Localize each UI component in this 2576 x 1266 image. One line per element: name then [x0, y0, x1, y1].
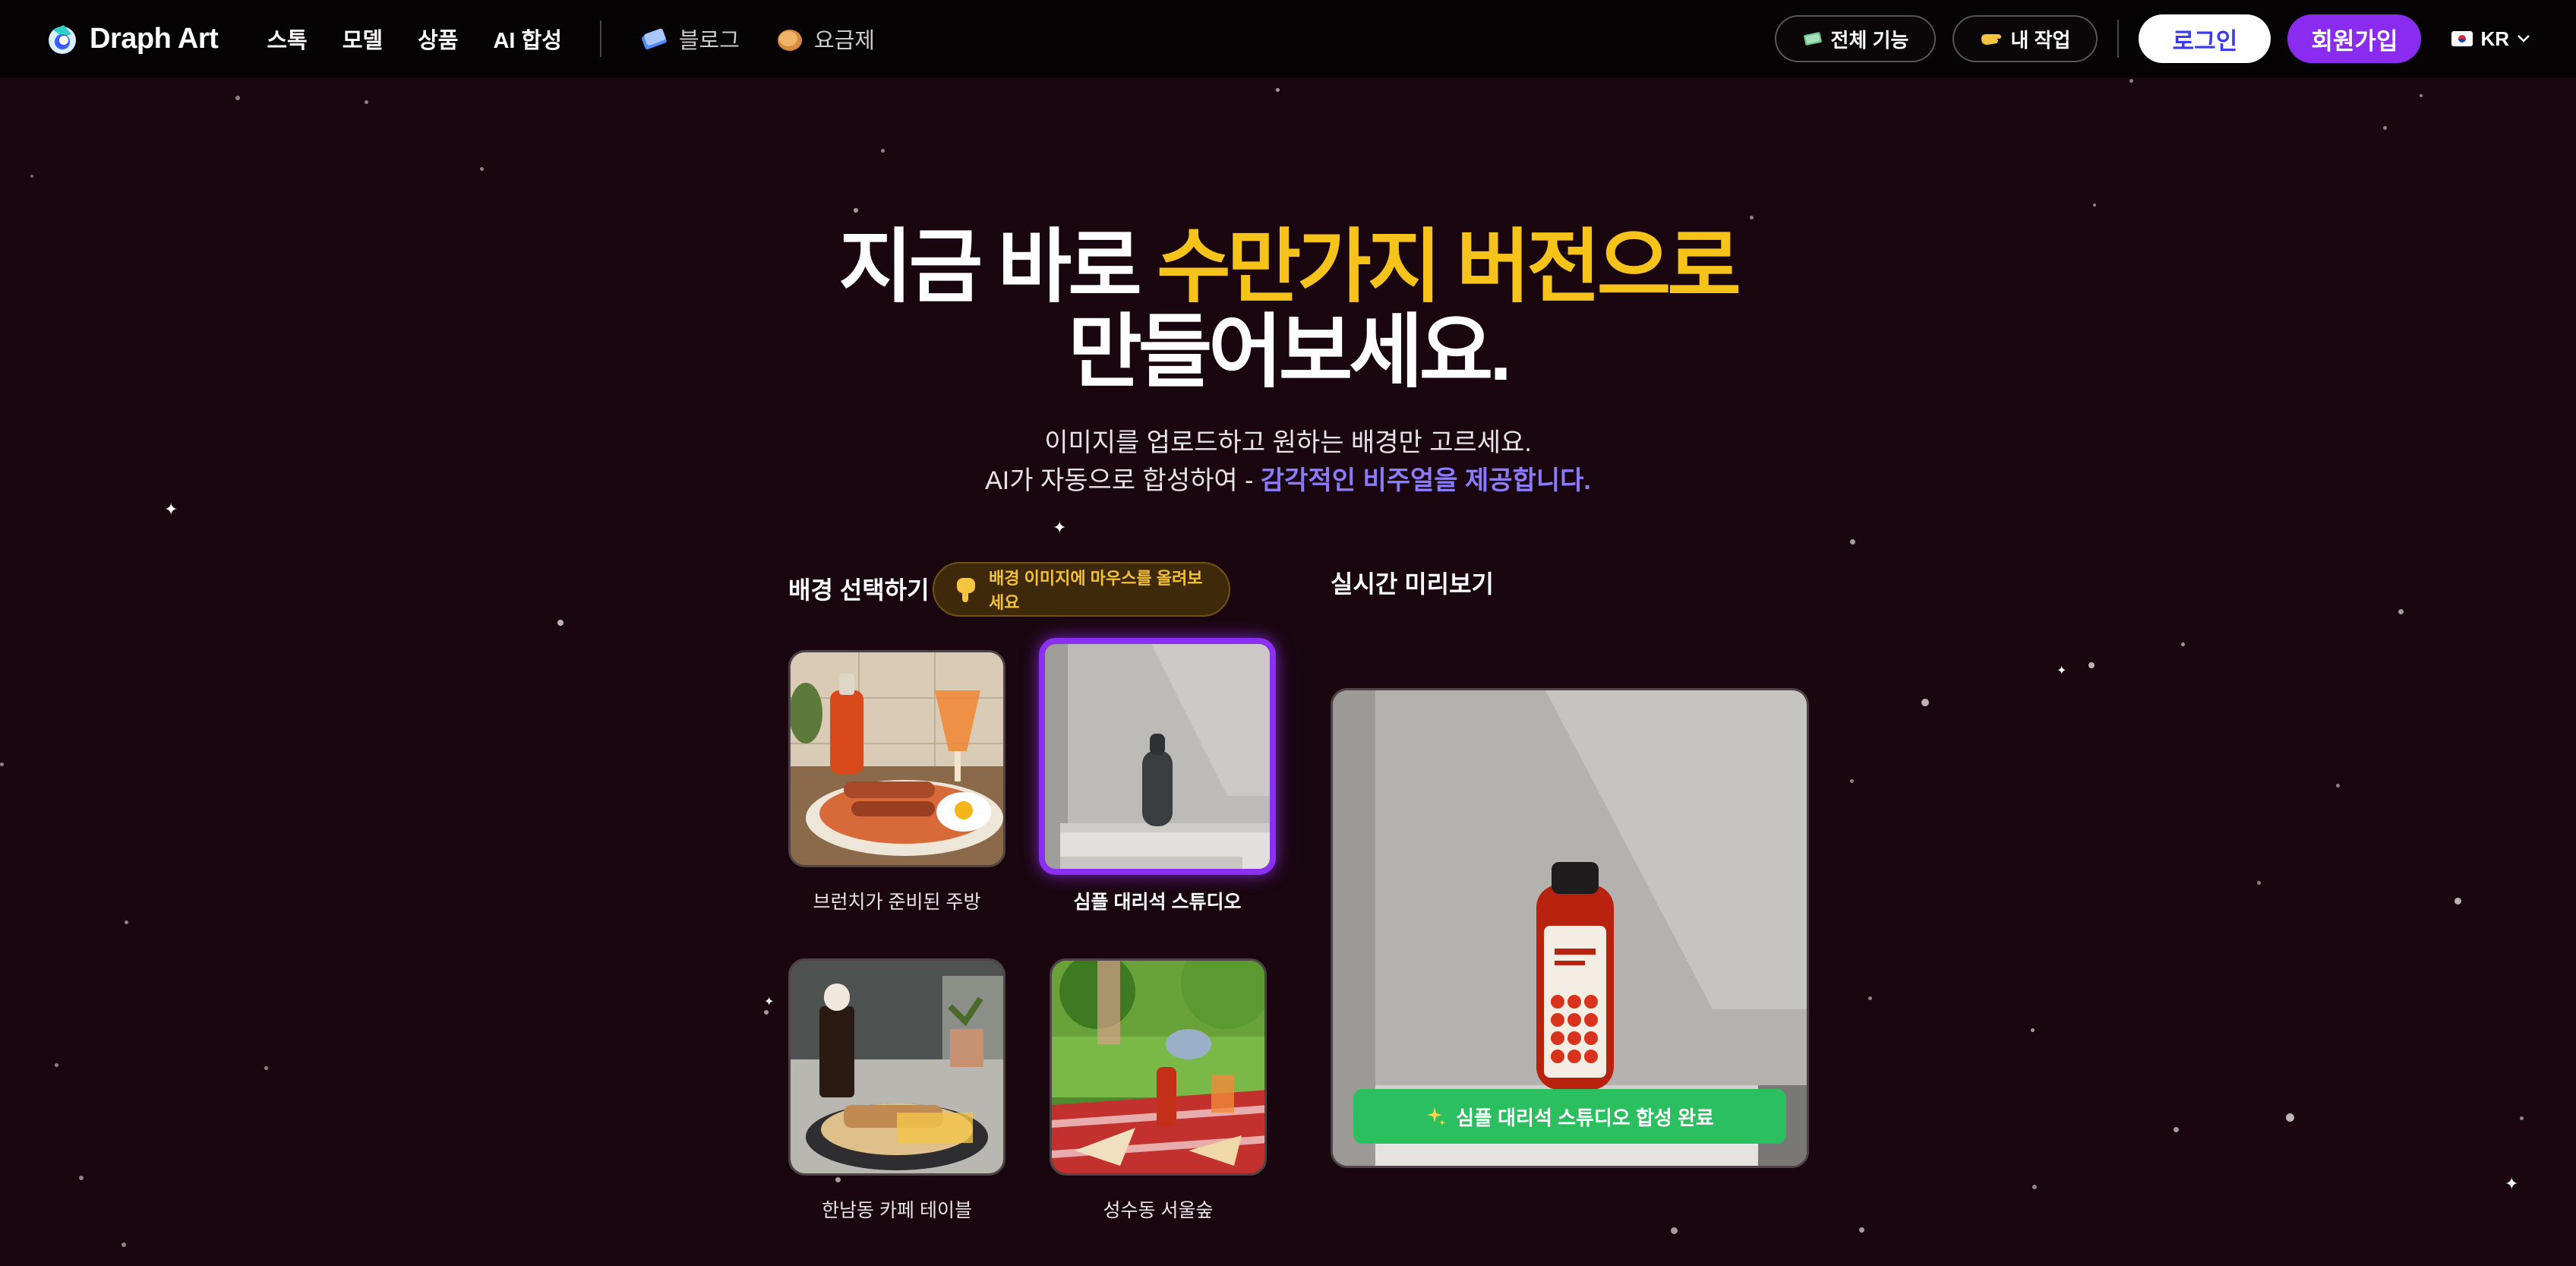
hero-subtitle-plain: AI가 자동으로 합성하여 - [985, 466, 1261, 495]
nav-link-pricing[interactable]: 요금제 [775, 23, 875, 55]
background-option-marble-studio[interactable] [1039, 638, 1276, 875]
background-option-label: 브런치가 준비된 주방 [813, 892, 981, 913]
nav-link-product[interactable]: 상품 [418, 23, 458, 55]
brunch-kitchen-thumbnail [791, 652, 1003, 865]
composite-status-text: 심플 대리석 스튜디오 합성 완료 [1456, 1106, 1714, 1129]
background-option-brunch-kitchen[interactable] [788, 650, 1005, 867]
hannam-cafe-thumbnail [791, 961, 1003, 1173]
hero-subtitle-line1: 이미지를 업로드하고 원하는 배경만 고르세요. [1044, 428, 1532, 457]
my-work-label: 내 작업 [2010, 28, 2071, 52]
book-icon [639, 24, 670, 54]
background-option-label: 한남동 카페 테이블 [822, 1200, 972, 1221]
hero-subtitle-accent: 감각적인 비주얼을 제공합니다. [1260, 466, 1591, 495]
hero-title-highlight: 수만가지 버전으로 [1157, 223, 1741, 312]
sparkles-icon [1425, 1106, 1447, 1127]
coin-icon [775, 24, 805, 54]
hero-title-line2: 만들어보세요. [1068, 308, 1512, 397]
live-preview-label: 실시간 미리보기 [1331, 570, 1494, 598]
background-option-seoul-forest[interactable] [1050, 958, 1267, 1176]
all-features-button[interactable]: 전체 기능 [1774, 15, 1937, 62]
background-select-label: 배경 선택하기 [788, 576, 930, 604]
background-option-label-selected: 심플 대리석 스튜디오 [1073, 892, 1242, 913]
star-background: ✦ ✦ ✦ ✦ ✦ [0, 0, 2576, 1266]
background-option-hannam-cafe[interactable] [788, 958, 1005, 1176]
my-work-button[interactable]: 내 작업 [1953, 15, 2098, 62]
hover-hint-badge: 배경 이미지에 마우스를 올려보세요 [933, 562, 1230, 617]
nav-link-blog[interactable]: 블로그 [639, 23, 740, 55]
pointing-down-hand-icon [952, 575, 978, 604]
nav-link-model[interactable]: 모델 [343, 23, 383, 55]
nav-divider [2117, 20, 2120, 58]
signup-button[interactable]: 회원가입 [2287, 14, 2422, 63]
background-option-label: 성수동 서울숲 [1103, 1200, 1214, 1221]
seoul-forest-thumbnail [1052, 961, 1264, 1173]
hover-hint-text: 배경 이미지에 마우스를 올려보세요 [989, 569, 1203, 612]
marble-studio-thumbnail [1045, 644, 1270, 869]
logo[interactable]: Draph Art [46, 22, 219, 55]
login-button[interactable]: 로그인 [2139, 14, 2271, 63]
nav-link-pricing-label: 요금제 [813, 29, 875, 53]
hand-icon [1980, 28, 2003, 49]
nav-link-blog-label: 블로그 [678, 29, 740, 53]
language-code: KR [2480, 27, 2509, 50]
nav-divider [599, 21, 601, 57]
draph-logo-icon [46, 22, 79, 55]
brand-name: Draph Art [90, 22, 219, 55]
hero-subtitle: 이미지를 업로드하고 원하는 배경만 고르세요. AI가 자동으로 합성하여 -… [0, 424, 2576, 500]
language-selector[interactable]: KR [2451, 27, 2530, 51]
hero-title: 지금 바로 수만가지 버전으로 만들어보세요. [0, 225, 2576, 395]
composite-status-banner: 심플 대리석 스튜디오 합성 완료 [1353, 1089, 1786, 1144]
all-features-label: 전체 기능 [1830, 28, 1909, 52]
nav-link-ai-composite[interactable]: AI 합성 [493, 23, 561, 55]
korea-flag-icon [2451, 31, 2473, 46]
hero-title-plain: 지금 바로 [838, 223, 1157, 312]
nav-link-stock[interactable]: 스톡 [267, 23, 307, 55]
money-icon [1802, 28, 1823, 49]
top-navbar: Draph Art 스톡 모델 상품 AI 합성 블로그 요금제 전체 기능 내… [0, 0, 2576, 77]
chevron-down-icon [2517, 34, 2530, 43]
